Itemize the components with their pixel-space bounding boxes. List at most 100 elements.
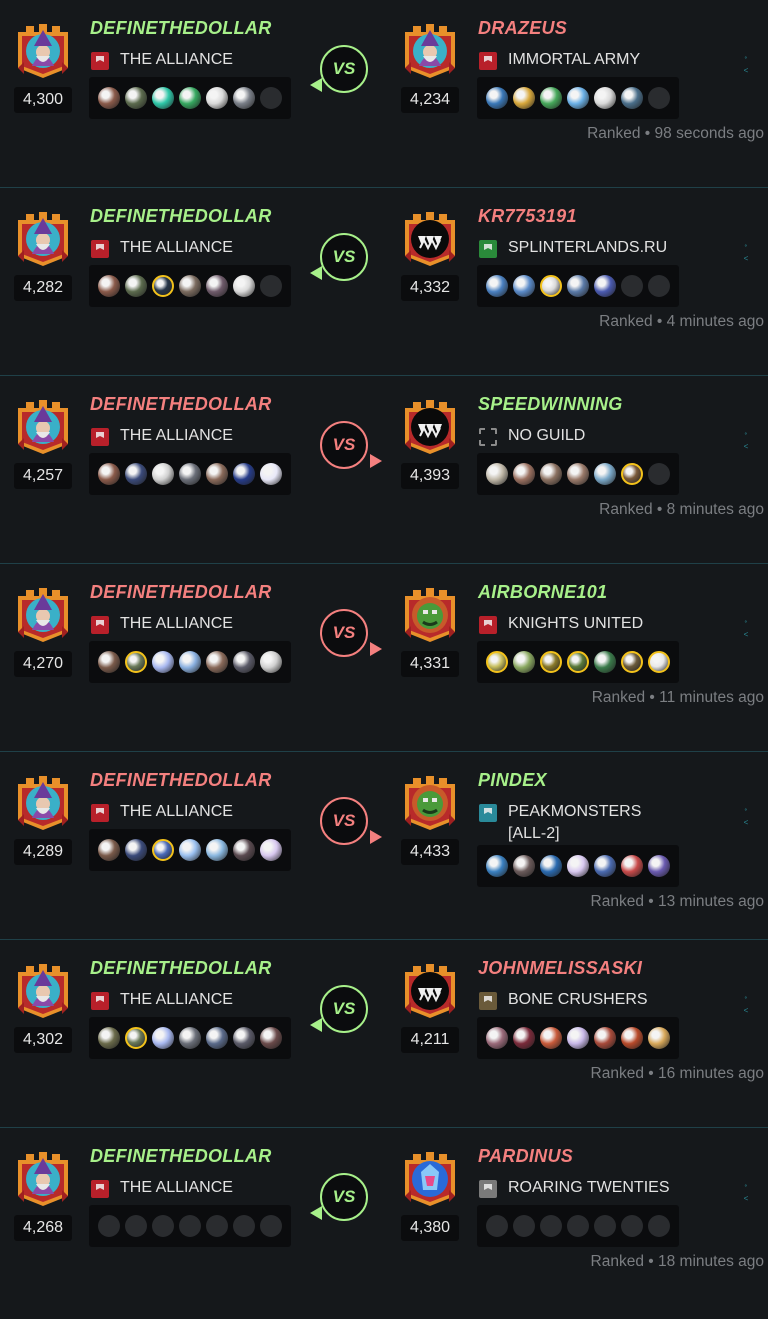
card-icon[interactable]	[260, 839, 282, 861]
card-icon[interactable]	[125, 839, 147, 861]
card-icon[interactable]	[152, 651, 174, 673]
expand-details-icon[interactable]: ˚ ˂	[742, 996, 750, 1016]
right-player-name[interactable]: SPEEDWINNING	[478, 394, 623, 415]
card-icon[interactable]	[98, 1027, 120, 1049]
card-icon[interactable]	[206, 463, 228, 485]
card-icon[interactable]	[98, 275, 120, 297]
left-player-name[interactable]: DEFINETHEDOLLAR	[90, 18, 272, 39]
left-guild-name[interactable]: THE ALLIANCE	[120, 237, 320, 259]
right-guild-name[interactable]: PEAKMONSTERS [ALL-2]	[508, 801, 678, 845]
expand-details-icon[interactable]: ˚ ˂	[742, 244, 750, 264]
left-player-avatar[interactable]	[14, 582, 72, 642]
card-icon[interactable]	[179, 463, 201, 485]
card-icon[interactable]	[206, 87, 228, 109]
card-icon[interactable]	[513, 1027, 535, 1049]
card-icon[interactable]	[486, 1027, 508, 1049]
expand-details-icon[interactable]: ˚ ˂	[742, 620, 750, 640]
left-guild-name[interactable]: THE ALLIANCE	[120, 801, 320, 823]
card-icon[interactable]	[125, 651, 147, 673]
card-icon[interactable]	[125, 87, 147, 109]
card-icon[interactable]	[179, 275, 201, 297]
card-icon[interactable]	[621, 1027, 643, 1049]
card-icon[interactable]	[152, 463, 174, 485]
card-icon[interactable]	[179, 1027, 201, 1049]
left-guild-name[interactable]: THE ALLIANCE	[120, 989, 320, 1011]
right-player-name[interactable]: DRAZEUS	[478, 18, 567, 39]
card-icon[interactable]	[648, 855, 670, 877]
right-guild-name[interactable]: IMMORTAL ARMY	[508, 49, 708, 71]
card-icon[interactable]	[179, 87, 201, 109]
battle-row[interactable]: 4,257 DEFINETHEDOLLAR THE ALLIANCE 4,393 SPE…	[0, 376, 768, 564]
right-guild-name[interactable]: SPLINTERLANDS.RU	[508, 237, 708, 259]
left-player-name[interactable]: DEFINETHEDOLLAR	[90, 1146, 272, 1167]
left-guild-name[interactable]: THE ALLIANCE	[120, 613, 320, 635]
battle-row[interactable]: 4,282 DEFINETHEDOLLAR THE ALLIANCE 4,332 KR7…	[0, 188, 768, 376]
left-player-name[interactable]: DEFINETHEDOLLAR	[90, 958, 272, 979]
card-icon[interactable]	[513, 651, 535, 673]
card-icon[interactable]	[594, 275, 616, 297]
card-icon[interactable]	[152, 839, 174, 861]
card-icon[interactable]	[125, 1027, 147, 1049]
card-icon[interactable]	[233, 839, 255, 861]
card-icon[interactable]	[567, 855, 589, 877]
right-player-avatar[interactable]	[401, 958, 459, 1018]
card-icon[interactable]	[540, 463, 562, 485]
right-player-name[interactable]: PINDEX	[478, 770, 547, 791]
card-icon[interactable]	[621, 463, 643, 485]
card-icon[interactable]	[540, 1027, 562, 1049]
left-guild-name[interactable]: THE ALLIANCE	[120, 425, 320, 447]
battle-row[interactable]: 4,268 DEFINETHEDOLLAR THE ALLIANCE 4,380 PAR…	[0, 1128, 768, 1317]
left-player-avatar[interactable]	[14, 18, 72, 78]
right-player-avatar[interactable]	[401, 206, 459, 266]
card-icon[interactable]	[260, 651, 282, 673]
card-icon[interactable]	[486, 275, 508, 297]
card-icon[interactable]	[206, 1027, 228, 1049]
card-icon[interactable]	[125, 463, 147, 485]
left-player-avatar[interactable]	[14, 770, 72, 830]
right-player-avatar[interactable]	[401, 18, 459, 78]
card-icon[interactable]	[206, 275, 228, 297]
expand-details-icon[interactable]: ˚ ˂	[742, 1184, 750, 1204]
right-player-name[interactable]: AIRBORNE101	[478, 582, 607, 603]
left-player-name[interactable]: DEFINETHEDOLLAR	[90, 770, 272, 791]
card-icon[interactable]	[594, 463, 616, 485]
card-icon[interactable]	[594, 651, 616, 673]
card-icon[interactable]	[540, 275, 562, 297]
right-guild-name[interactable]: KNIGHTS UNITED	[508, 613, 708, 635]
card-icon[interactable]	[486, 651, 508, 673]
card-icon[interactable]	[206, 651, 228, 673]
card-icon[interactable]	[233, 1027, 255, 1049]
card-icon[interactable]	[233, 651, 255, 673]
left-player-name[interactable]: DEFINETHEDOLLAR	[90, 394, 272, 415]
card-icon[interactable]	[513, 87, 535, 109]
right-player-avatar[interactable]	[401, 582, 459, 642]
card-icon[interactable]	[567, 87, 589, 109]
card-icon[interactable]	[621, 855, 643, 877]
card-icon[interactable]	[621, 651, 643, 673]
card-icon[interactable]	[648, 1027, 670, 1049]
right-guild-name[interactable]: ROARING TWENTIES	[508, 1177, 708, 1199]
card-icon[interactable]	[594, 855, 616, 877]
card-icon[interactable]	[260, 463, 282, 485]
expand-details-icon[interactable]: ˚ ˂	[742, 56, 750, 76]
left-guild-name[interactable]: THE ALLIANCE	[120, 1177, 320, 1199]
left-player-avatar[interactable]	[14, 1146, 72, 1206]
left-player-avatar[interactable]	[14, 206, 72, 266]
card-icon[interactable]	[260, 1027, 282, 1049]
card-icon[interactable]	[179, 839, 201, 861]
card-icon[interactable]	[621, 87, 643, 109]
left-player-name[interactable]: DEFINETHEDOLLAR	[90, 582, 272, 603]
card-icon[interactable]	[233, 463, 255, 485]
battle-row[interactable]: 4,300 DEFINETHEDOLLAR THE ALLIANCE 4,234 DRA…	[0, 0, 768, 188]
card-icon[interactable]	[98, 87, 120, 109]
card-icon[interactable]	[98, 651, 120, 673]
card-icon[interactable]	[540, 87, 562, 109]
left-guild-name[interactable]: THE ALLIANCE	[120, 49, 320, 71]
card-icon[interactable]	[152, 275, 174, 297]
card-icon[interactable]	[152, 87, 174, 109]
card-icon[interactable]	[233, 87, 255, 109]
left-player-avatar[interactable]	[14, 394, 72, 454]
card-icon[interactable]	[486, 855, 508, 877]
card-icon[interactable]	[648, 651, 670, 673]
card-icon[interactable]	[567, 1027, 589, 1049]
